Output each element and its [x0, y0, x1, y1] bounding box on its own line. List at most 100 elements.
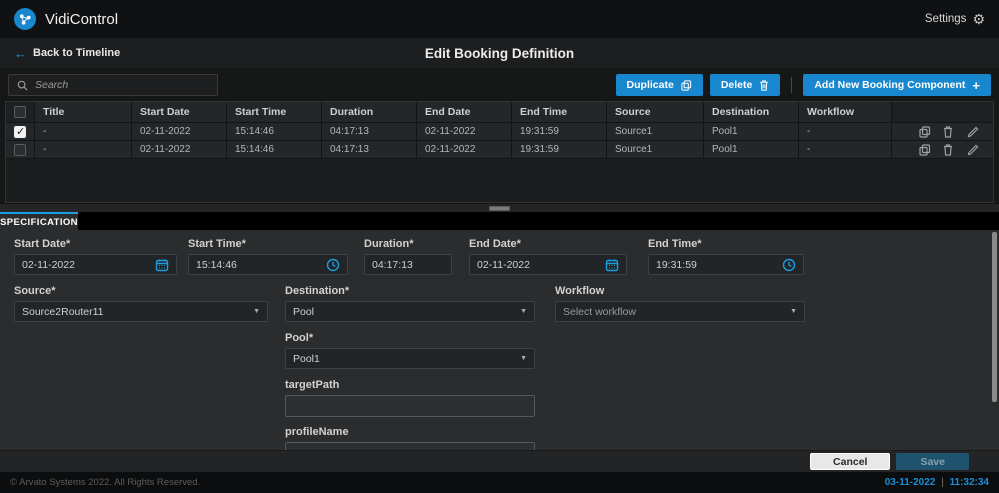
profile-name-label: profileName — [285, 426, 535, 438]
clock-icon[interactable] — [326, 258, 340, 272]
row-edit-icon[interactable] — [967, 126, 979, 138]
column-header-start-time[interactable]: Start Time — [226, 102, 321, 122]
column-header-start-date[interactable]: Start Date — [131, 102, 226, 122]
target-path-field: targetPath — [285, 379, 535, 417]
gear-icon: ⚙ — [972, 12, 985, 26]
search-icon — [17, 80, 28, 91]
row-checkbox-cell — [6, 123, 34, 140]
add-new-booking-component-button[interactable]: Add New Booking Component + — [803, 74, 991, 96]
settings-label: Settings — [925, 13, 967, 25]
column-header-actions — [891, 102, 993, 122]
row-checkbox[interactable] — [14, 144, 26, 156]
destination-field: Destination* Pool ▼ — [285, 285, 535, 322]
cell-end-time: 19:31:59 — [511, 123, 606, 140]
clock-icon[interactable] — [782, 258, 796, 272]
profile-name-field: profileName — [285, 426, 535, 450]
source-field: Source* Source2Router11 ▼ — [14, 285, 268, 322]
cell-source: Source1 — [606, 141, 703, 158]
destination-value: Pool — [293, 306, 314, 318]
row-copy-icon[interactable] — [919, 126, 931, 138]
back-arrow-icon: ← — [14, 47, 27, 60]
workflow-dropdown[interactable]: Select workflow ▼ — [555, 301, 805, 322]
row-actions — [891, 141, 993, 158]
cell-source: Source1 — [606, 123, 703, 140]
settings-button[interactable]: Settings ⚙ — [925, 12, 985, 26]
top-bar: VidiControl Settings ⚙ — [0, 0, 999, 38]
start-date-field: Start Date* 02-11-2022 — [14, 238, 177, 275]
pool-dropdown[interactable]: Pool1 ▼ — [285, 348, 535, 369]
column-header-workflow[interactable]: Workflow — [798, 102, 891, 122]
tab-bar: SPECIFICATION — [0, 212, 999, 230]
column-header-duration[interactable]: Duration — [321, 102, 416, 122]
end-time-field: End Time* 19:31:59 — [648, 238, 804, 275]
workflow-label: Workflow — [555, 285, 805, 297]
start-date-value: 02-11-2022 — [22, 259, 75, 271]
add-label: Add New Booking Component — [814, 79, 965, 91]
back-label: Back to Timeline — [33, 47, 120, 59]
end-time-label: End Time* — [648, 238, 804, 250]
duration-label: Duration* — [364, 238, 452, 250]
search-box[interactable] — [8, 74, 218, 96]
trash-icon — [759, 80, 769, 91]
row-trash-icon[interactable] — [943, 144, 955, 156]
copy-icon — [681, 80, 692, 91]
source-dropdown[interactable]: Source2Router11 ▼ — [14, 301, 268, 322]
end-time-input[interactable]: 19:31:59 — [648, 254, 804, 275]
calendar-icon[interactable] — [605, 258, 619, 272]
pool-label: Pool* — [285, 332, 535, 344]
start-time-input[interactable]: 15:14:46 — [188, 254, 348, 275]
pool-field: Pool* Pool1 ▼ — [285, 332, 535, 369]
end-date-field: End Date* 02-11-2022 — [469, 238, 627, 275]
form-scrollbar[interactable] — [992, 232, 997, 402]
vidicontrol-app: VidiControl Settings ⚙ Edit Booking Defi… — [0, 0, 999, 493]
copyright-text: © Arvato Systems 2022. All Rights Reserv… — [10, 477, 200, 488]
chevron-down-icon: ▼ — [520, 355, 527, 362]
tab-specification[interactable]: SPECIFICATION — [0, 212, 78, 230]
chevron-down-icon: ▼ — [253, 308, 260, 315]
delete-label: Delete — [721, 79, 753, 91]
duration-input[interactable]: 04:17:13 — [364, 254, 452, 275]
column-header-end-date[interactable]: End Date — [416, 102, 511, 122]
select-all-checkbox[interactable] — [14, 106, 26, 118]
delete-button[interactable]: Delete — [710, 74, 781, 96]
back-to-timeline-link[interactable]: ← Back to Timeline — [14, 47, 120, 60]
start-time-label: Start Time* — [188, 238, 348, 250]
end-date-input[interactable]: 02-11-2022 — [469, 254, 627, 275]
calendar-icon[interactable] — [155, 258, 169, 272]
destination-dropdown[interactable]: Pool ▼ — [285, 301, 535, 322]
search-input[interactable] — [35, 79, 209, 91]
row-trash-icon[interactable] — [943, 126, 955, 138]
column-header-source[interactable]: Source — [606, 102, 703, 122]
footer-date: 03-11-2022 — [885, 477, 936, 488]
footer: © Arvato Systems 2022. All Rights Reserv… — [0, 472, 999, 493]
splitter-drag-handle[interactable] — [489, 206, 510, 211]
cancel-button[interactable]: Cancel — [810, 453, 890, 470]
cell-destination: Pool1 — [703, 141, 798, 158]
column-header-title[interactable]: Title — [34, 102, 131, 122]
row-actions — [891, 123, 993, 140]
start-date-input[interactable]: 02-11-2022 — [14, 254, 177, 275]
table-row[interactable]: - 02-11-2022 15:14:46 04:17:13 02-11-202… — [6, 123, 993, 141]
table-row[interactable]: - 02-11-2022 15:14:46 04:17:13 02-11-202… — [6, 141, 993, 159]
cell-end-date: 02-11-2022 — [416, 141, 511, 158]
chevron-down-icon: ▼ — [790, 308, 797, 315]
save-button[interactable]: Save — [896, 453, 969, 470]
row-copy-icon[interactable] — [919, 144, 931, 156]
row-edit-icon[interactable] — [967, 144, 979, 156]
duration-field: Duration* 04:17:13 — [364, 238, 452, 275]
column-header-end-time[interactable]: End Time — [511, 102, 606, 122]
pool-value: Pool1 — [293, 353, 320, 365]
footer-datetime: 03-11-2022 | 11:32:34 — [885, 477, 989, 488]
brand: VidiControl — [14, 8, 118, 30]
vidicontrol-logo-icon — [14, 8, 36, 30]
row-checkbox[interactable] — [14, 126, 26, 138]
sub-header-bar: Edit Booking Definition ← Back to Timeli… — [0, 38, 999, 68]
specification-form: Start Date* 02-11-2022 Start Time* 15:14… — [0, 230, 999, 450]
start-date-label: Start Date* — [14, 238, 177, 250]
column-header-destination[interactable]: Destination — [703, 102, 798, 122]
form-action-bar: Cancel Save — [0, 450, 999, 472]
duplicate-button[interactable]: Duplicate — [616, 74, 703, 96]
table-header-row: Title Start Date Start Time Duration End… — [6, 102, 993, 123]
target-path-input[interactable] — [285, 395, 535, 417]
profile-name-input[interactable] — [285, 442, 535, 450]
